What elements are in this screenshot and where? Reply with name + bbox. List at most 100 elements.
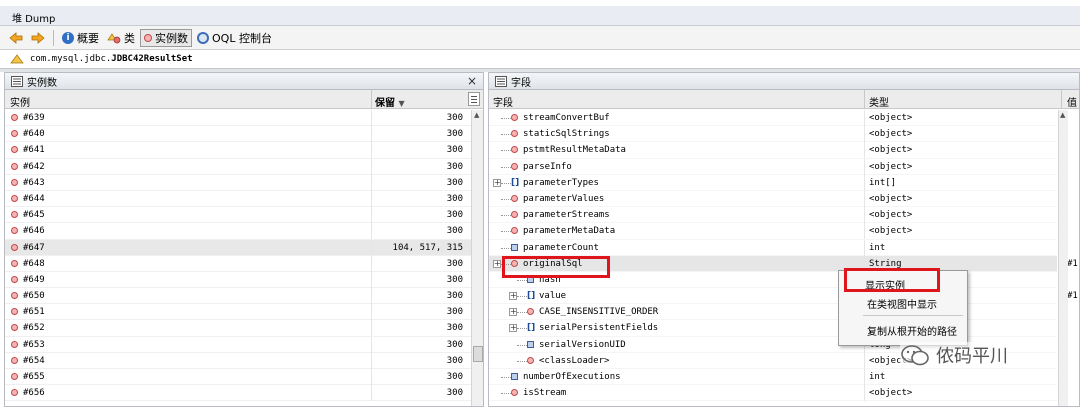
field-row[interactable]: streamConvertBuf <object>	[489, 110, 1057, 127]
show-instance-highlight	[844, 268, 940, 292]
instances-scrollbar[interactable]: ▲	[471, 110, 483, 406]
scroll-thumb[interactable]	[473, 346, 483, 362]
expand-toggle-icon[interactable]: +	[509, 308, 517, 317]
instance-row[interactable]: #655 300	[5, 369, 471, 386]
cell-divider	[864, 207, 865, 224]
back-arrow-icon	[9, 31, 23, 44]
oql-icon	[197, 31, 209, 44]
type-column-header[interactable]: 类型	[869, 94, 889, 109]
instance-id: #651	[23, 307, 45, 318]
field-row[interactable]: staticSqlStrings <object>	[489, 126, 1057, 143]
expand-toggle-icon[interactable]: +	[509, 324, 517, 333]
value-column-header[interactable]: 值	[1067, 94, 1077, 109]
field-column-header[interactable]: 字段	[493, 94, 513, 109]
field-row[interactable]: parameterStreams <object>	[489, 207, 1057, 224]
tree-line	[517, 279, 527, 281]
object-field-icon	[511, 389, 518, 397]
primitive-field-icon	[511, 243, 518, 251]
instance-row[interactable]: #656 300	[5, 385, 471, 402]
cell-divider	[864, 142, 865, 159]
scroll-up-icon[interactable]: ▲	[1060, 111, 1065, 119]
field-row[interactable]: parseInfo <object>	[489, 158, 1057, 175]
class-path-bar: com.mysql.jdbc.JDBC42ResultSet	[0, 50, 1080, 69]
field-name: <classLoader>	[539, 355, 610, 366]
classes-button[interactable]: 类	[104, 29, 138, 47]
menu-show-in-class-view[interactable]: 在类视图中显示	[867, 296, 937, 311]
summary-button[interactable]: i 概要	[59, 29, 102, 47]
retained-value: 300	[446, 339, 463, 350]
field-row[interactable]: numberOfExecutions int	[489, 369, 1057, 386]
expand-toggle-icon[interactable]: +	[493, 178, 501, 187]
instance-dot-icon	[11, 211, 18, 219]
instance-row[interactable]: #653 300	[5, 336, 471, 353]
tree-line	[517, 344, 527, 346]
cell-divider	[371, 271, 372, 288]
instance-id: #647	[23, 242, 45, 253]
field-row[interactable]: parameterValues <object>	[489, 190, 1057, 208]
object-field-icon	[527, 308, 534, 316]
field-row[interactable]: pstmtResultMetaData <object>	[489, 142, 1057, 159]
cell-divider	[371, 304, 372, 321]
instance-row[interactable]: #639 300	[5, 110, 471, 127]
field-row[interactable]: + [] serialPersistentFields	[489, 320, 1057, 337]
forward-button[interactable]	[28, 29, 48, 47]
instance-row[interactable]: #641 300	[5, 142, 471, 159]
back-button[interactable]	[6, 29, 26, 47]
field-name: streamConvertBuf	[523, 113, 610, 123]
instances-panel-title: 实例数	[27, 77, 57, 89]
menu-copy-root-path[interactable]: 复制从根开始的路径	[867, 323, 957, 338]
wechat-icon	[901, 345, 929, 366]
expand-toggle-icon[interactable]: +	[493, 259, 501, 268]
instance-row[interactable]: #645 300	[5, 207, 471, 224]
scroll-up-icon[interactable]: ▲	[474, 111, 479, 119]
instance-row[interactable]: #644 300	[5, 190, 471, 208]
instance-id: #641	[23, 145, 45, 156]
cell-divider	[864, 369, 865, 385]
instance-row[interactable]: #651 300	[5, 304, 471, 321]
field-value: #11	[1067, 291, 1079, 302]
object-field-icon	[511, 211, 518, 219]
field-name: numberOfExecutions	[523, 372, 621, 382]
instance-row[interactable]: #647 104, 517, 315	[5, 239, 471, 256]
close-icon[interactable]: ×	[467, 74, 477, 88]
instance-row[interactable]: #650 300	[5, 288, 471, 305]
field-row[interactable]: +CASE_INSENSITIVE_ORDERveComparator	[489, 304, 1057, 321]
fields-scrollbar[interactable]: ▲	[1058, 110, 1068, 406]
instance-row[interactable]: #643 300	[5, 174, 471, 191]
field-row[interactable]: + [] parameterTypes int[]	[489, 174, 1057, 191]
sort-desc-icon: ▼	[398, 99, 405, 108]
instance-row[interactable]: #648 300	[5, 255, 471, 272]
instance-row[interactable]: #646 300	[5, 223, 471, 240]
field-row[interactable]: parameterCount int	[489, 239, 1057, 256]
instance-row[interactable]: #649 300	[5, 271, 471, 289]
retained-value: 300	[446, 274, 463, 285]
instance-id: #650	[23, 291, 45, 302]
retained-column-header[interactable]: 保留 ▼	[375, 94, 405, 109]
tree-line	[501, 247, 511, 249]
oql-console-button[interactable]: OQL 控制台	[194, 29, 275, 47]
field-name: parameterCount	[523, 242, 599, 253]
classes-icon	[107, 32, 121, 43]
field-name: parseInfo	[523, 161, 572, 172]
cell-divider	[371, 288, 372, 305]
instance-row[interactable]: #642 300	[5, 158, 471, 175]
heap-dump-tab[interactable]: 堆 Dump	[12, 10, 55, 25]
object-field-icon	[511, 194, 518, 202]
object-field-icon	[511, 227, 518, 235]
instances-button[interactable]: 实例数	[140, 28, 192, 47]
field-row[interactable]: isStream <object>	[489, 385, 1057, 402]
column-menu-icon[interactable]	[468, 92, 480, 106]
instance-row[interactable]: #652 300	[5, 320, 471, 337]
field-row[interactable]: + []value #11	[489, 288, 1079, 305]
menu-separator	[863, 315, 963, 316]
instance-row[interactable]: #640 300	[5, 126, 471, 143]
instance-row[interactable]: #654 300	[5, 352, 471, 369]
retained-value: 300	[446, 372, 463, 382]
instance-dot-icon	[11, 292, 18, 300]
tree-line	[501, 182, 511, 184]
instance-column-header[interactable]: 实例	[10, 94, 30, 109]
field-row[interactable]: parameterMetaData <object>	[489, 223, 1057, 240]
tree-line	[501, 215, 511, 217]
instance-id: #652	[23, 323, 45, 334]
expand-toggle-icon[interactable]: +	[509, 292, 517, 301]
